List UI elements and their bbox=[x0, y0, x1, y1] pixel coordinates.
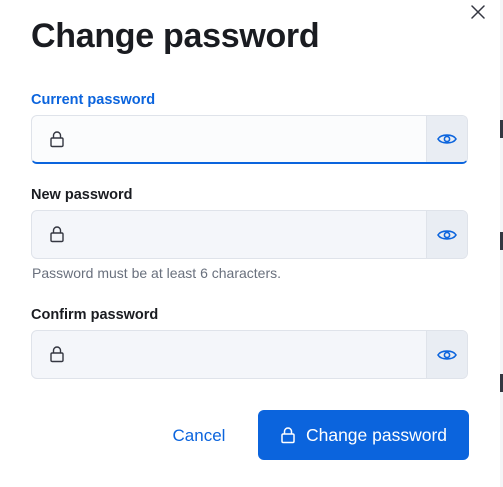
confirm-password-label: Confirm password bbox=[31, 307, 159, 323]
lock-icon bbox=[50, 226, 64, 243]
confirm-password-field[interactable] bbox=[31, 330, 468, 379]
change-password-button[interactable]: Change password bbox=[258, 410, 469, 460]
modal-title: Change password bbox=[31, 17, 320, 55]
eye-icon bbox=[437, 349, 457, 360]
cancel-button[interactable]: Cancel bbox=[166, 411, 232, 461]
current-password-input[interactable] bbox=[76, 116, 426, 162]
lock-icon bbox=[50, 131, 64, 148]
password-help-text: Password must be at least 6 characters. bbox=[32, 265, 281, 281]
current-password-label: Current password bbox=[31, 92, 156, 108]
change-password-modal: Change password Current password New pas… bbox=[0, 0, 503, 487]
show-current-password-button[interactable] bbox=[426, 116, 467, 162]
lock-icon bbox=[281, 427, 295, 444]
new-password-input[interactable] bbox=[76, 211, 426, 258]
current-password-field[interactable] bbox=[31, 115, 468, 164]
eye-icon bbox=[437, 229, 457, 240]
confirm-password-input[interactable] bbox=[76, 331, 426, 378]
eye-icon bbox=[437, 134, 457, 144]
close-icon bbox=[471, 5, 485, 19]
close-button[interactable] bbox=[468, 2, 488, 22]
new-password-label: New password bbox=[31, 187, 133, 203]
change-password-button-label: Change password bbox=[305, 424, 448, 445]
show-confirm-password-button[interactable] bbox=[426, 331, 467, 378]
show-new-password-button[interactable] bbox=[426, 211, 467, 258]
lock-icon bbox=[50, 346, 64, 363]
new-password-field[interactable] bbox=[31, 210, 468, 259]
